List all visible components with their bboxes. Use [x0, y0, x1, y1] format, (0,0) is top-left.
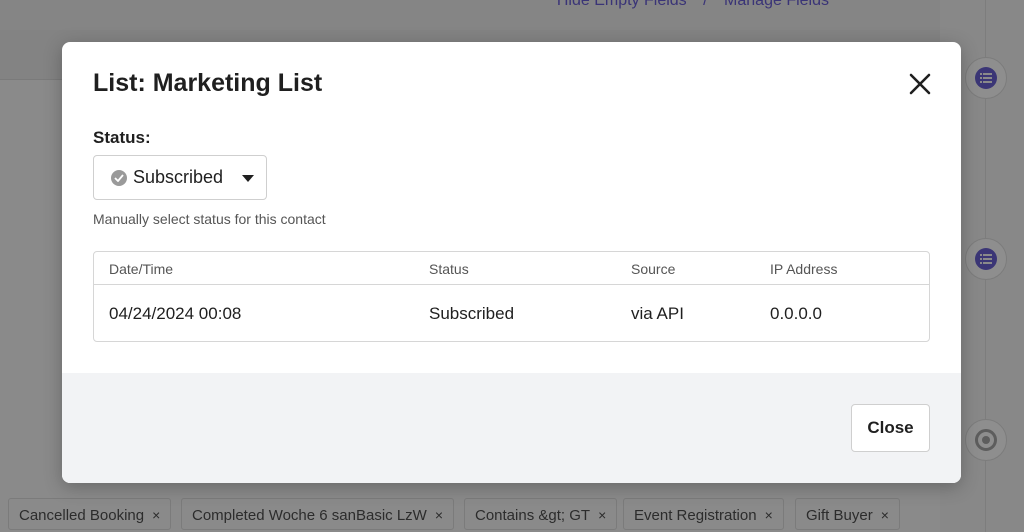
table-row: 04/24/2024 00:08 Subscribed via API 0.0.… [94, 285, 929, 341]
status-selected-value: Subscribed [133, 167, 224, 187]
tag-remove-icon[interactable]: × [598, 507, 606, 523]
column-header-ip-address: IP Address [770, 261, 838, 277]
sidebar-list-button-1[interactable] [965, 57, 1007, 99]
list-icon [975, 248, 997, 270]
sidebar-list-button-2[interactable] [965, 238, 1007, 280]
target-icon [975, 429, 997, 451]
background-topbar: Hide Empty Fields / Manage Fields [0, 0, 940, 30]
sidebar-target-button[interactable] [965, 419, 1007, 461]
link-separator: / [703, 0, 708, 9]
tag-chip: Event Registration × [623, 498, 784, 530]
tag-label: Completed Woche 6 sanBasic LzW [192, 507, 427, 524]
tag-chip: Completed Woche 6 sanBasic LzW × [181, 498, 455, 530]
check-circle-icon [111, 169, 127, 186]
modal-title: List: Marketing List [93, 69, 323, 97]
modal-footer: Close [62, 373, 961, 483]
cell-ip-address: 0.0.0.0 [770, 304, 822, 323]
manage-fields-link[interactable]: Manage Fields [724, 0, 829, 9]
close-button[interactable]: Close [851, 404, 930, 452]
status-helper-text: Manually select status for this contact [93, 211, 326, 227]
tag-remove-icon[interactable]: × [152, 507, 160, 523]
tag-label: Contains &gt; GT [475, 507, 591, 524]
tag-remove-icon[interactable]: × [765, 507, 773, 523]
tag-label: Event Registration [634, 507, 757, 524]
cell-source: via API [631, 304, 684, 323]
list-status-modal: List: Marketing List Status: Subscribed … [62, 42, 961, 483]
status-dropdown[interactable]: Subscribed [93, 155, 267, 200]
tag-chip: Contains &gt; GT × [464, 498, 618, 530]
column-header-datetime: Date/Time [109, 261, 174, 277]
tag-label: Gift Buyer [806, 507, 873, 524]
field-links: Hide Empty Fields / Manage Fields [551, 0, 835, 10]
tag-chip: Gift Buyer × [795, 498, 900, 530]
close-icon[interactable] [906, 70, 934, 98]
chevron-down-icon [242, 175, 254, 182]
tag-list: Cancelled Booking × Completed Woche 6 san… [0, 498, 940, 532]
column-header-status: Status [429, 261, 469, 277]
status-label: Status: [93, 128, 151, 147]
tag-label: Cancelled Booking [19, 507, 145, 524]
status-history-table: Date/Time Status Source IP Address 04/24… [93, 251, 930, 342]
tag-remove-icon[interactable]: × [435, 507, 443, 523]
cell-status: Subscribed [429, 304, 515, 323]
hide-empty-fields-link[interactable]: Hide Empty Fields [557, 0, 687, 9]
tag-remove-icon[interactable]: × [881, 507, 889, 523]
column-header-source: Source [631, 261, 676, 277]
list-icon [975, 67, 997, 89]
cell-datetime: 04/24/2024 00:08 [109, 304, 242, 323]
tag-chip: Cancelled Booking × [8, 498, 172, 530]
table-header: Date/Time Status Source IP Address [94, 252, 929, 285]
